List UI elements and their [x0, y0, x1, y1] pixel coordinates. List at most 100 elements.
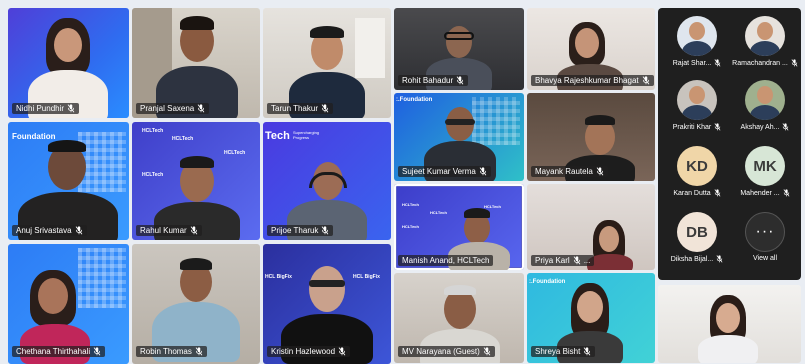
panel-participant[interactable]: DB Diksha Bijal... — [662, 212, 732, 263]
participant-name: Rohit Bahadur — [402, 76, 454, 85]
mic-off-icon — [791, 59, 798, 67]
background-brand-text: HCLTech — [402, 224, 419, 229]
participant-name: Akshay Ah... — [740, 123, 780, 131]
background-brand-text: HCL BigFix — [265, 274, 292, 280]
participant-name: Karan Dutta — [673, 189, 711, 197]
video-tile-chethana-thirthahali[interactable]: Chethana Thirthahali — [8, 244, 129, 364]
avatar: KD — [677, 146, 717, 186]
video-tile-robin-thomas[interactable]: Robin Thomas — [132, 244, 260, 364]
video-tile-anuj-srivastava[interactable]: Foundation Anuj Srivastava — [8, 122, 129, 240]
mic-off-icon — [714, 123, 721, 131]
mic-off-icon — [782, 123, 789, 131]
avatar — [677, 16, 717, 56]
participant-name: Pranjal Saxena — [140, 104, 195, 113]
participant-name-tag: Chethana Thirthahali — [12, 346, 106, 357]
panel-participant[interactable]: KD Karan Dutta — [662, 146, 732, 197]
mic-off-icon — [714, 189, 721, 197]
avatar — [745, 16, 785, 56]
participant-name: Sujeet Kumar Verma — [402, 167, 476, 176]
participant-name-tag: Robin Thomas — [136, 346, 207, 357]
background-brand-text: :.Foundation — [529, 279, 566, 285]
video-tile-tarun-thakur[interactable]: Tarun Thakur — [263, 8, 391, 118]
self-view-tile[interactable] — [658, 285, 801, 363]
video-tile-prijoe-tharuk[interactable]: Tech Supercharging Progress Prijoe Tharu… — [263, 122, 391, 240]
participant-name-tag: Tarun Thakur — [267, 103, 333, 114]
avatar-initials: KD — [686, 157, 708, 175]
mic-off-icon — [642, 76, 650, 85]
more-icon: ··· — [745, 212, 785, 252]
participant-name: Rajat Shar... — [672, 59, 712, 67]
mic-off-icon — [479, 167, 487, 176]
video-tile-kristin-hazlewood[interactable]: HCL BigFix HCL BigFix Kristin Hazlewood — [263, 244, 391, 364]
background-brand-text: HCLTech — [430, 210, 447, 215]
participant-name: Ramachandran ... — [732, 59, 788, 67]
panel-participant[interactable]: Ramachandran ... — [730, 16, 800, 67]
video-tile-sujeet-kumar-verma[interactable]: :.Foundation Sujeet Kumar Verma — [394, 93, 524, 181]
panel-participant[interactable]: Akshay Ah... — [730, 80, 800, 131]
participant-name: Chethana Thirthahali — [16, 347, 91, 356]
video-tile-manish-anand[interactable]: HCLTech HCLTech HCLTech HCLTech Manish A… — [394, 184, 524, 270]
mic-off-icon — [483, 347, 491, 356]
avatar: DB — [677, 212, 717, 252]
participant-name: Priya Karl — [535, 256, 570, 265]
participant-name-tag: Manish Anand, HCLTech — [398, 255, 494, 266]
participant-name: Kristin Hazlewood — [271, 347, 336, 356]
background-brand-text: Foundation — [12, 132, 56, 141]
video-tile-rahul-kumar[interactable]: HCLTech HCLTech HCLTech HCLTech Rahul Ku… — [132, 122, 260, 240]
participant-name-tag: Anuj Srivastava — [12, 225, 87, 236]
video-tile-nidhi-pundhir[interactable]: Nidhi Pundhir — [8, 8, 129, 118]
panel-participant[interactable]: MK Mahender ... — [730, 146, 800, 197]
background-brand-text: HCL BigFix — [353, 274, 380, 280]
more-options-button[interactable]: ... — [584, 255, 591, 266]
mic-off-icon — [321, 226, 329, 235]
avatar-initials: DB — [686, 223, 708, 241]
participant-name: Nidhi Pundhir — [16, 104, 65, 113]
mic-off-icon — [197, 104, 205, 113]
participant-name-tag: Prijoe Tharuk — [267, 225, 334, 236]
panel-participant[interactable]: Rajat Shar... — [662, 16, 732, 67]
mic-off-icon — [67, 104, 75, 113]
view-all-button[interactable]: ··· View all — [730, 212, 800, 262]
participant-name: MV Narayana (Guest) — [402, 347, 480, 356]
participant-name: Robin Thomas — [140, 347, 192, 356]
view-all-label: View all — [753, 255, 777, 262]
mic-off-icon — [573, 256, 581, 265]
participant-name-tag: Bhavya Rajeshkumar Bhagat — [531, 75, 654, 86]
background-brand-text: HCLTech — [142, 128, 164, 134]
video-tile-priya-karl[interactable]: Priya Karl ... — [527, 184, 655, 270]
participant-name: Prakriti Khar — [672, 123, 712, 131]
video-tile-mv-narayana[interactable]: MV Narayana (Guest) — [394, 273, 524, 363]
mic-off-icon — [338, 347, 346, 356]
background-brand-text: HCLTech — [172, 136, 194, 142]
participant-name-tag: Mayank Rautela — [531, 166, 608, 177]
participant-name-tag: MV Narayana (Guest) — [398, 346, 495, 357]
participant-name: Mayank Rautela — [535, 167, 593, 176]
participant-name: Mahender ... — [740, 189, 780, 197]
background-brand-text: HCLTech — [224, 150, 246, 156]
participant-name: Anuj Srivastava — [16, 226, 72, 235]
participant-name-tag: Pranjal Saxena — [136, 103, 210, 114]
mic-off-icon — [783, 189, 790, 197]
participants-panel: Rajat Shar... Ramachandran ... Prakriti … — [658, 8, 801, 280]
avatar-initials: MK — [753, 157, 777, 175]
video-tile-mayank-rautela[interactable]: Mayank Rautela — [527, 93, 655, 181]
mic-off-icon — [195, 347, 203, 356]
mic-off-icon — [321, 104, 329, 113]
mic-off-icon — [583, 347, 591, 356]
video-tile-pranjal-saxena[interactable]: Pranjal Saxena — [132, 8, 260, 118]
video-tile-rohit-bahadur[interactable]: Rohit Bahadur — [394, 8, 524, 90]
panel-participant[interactable]: Prakriti Khar — [662, 80, 732, 131]
participant-name: Diksha Bijal... — [670, 255, 714, 263]
participant-name-tag: Priya Karl ... — [531, 255, 595, 266]
mic-off-icon — [75, 226, 83, 235]
mic-off-icon — [596, 167, 604, 176]
background-brand-text: HCLTech — [484, 204, 501, 209]
background-brand-text: HCLTech — [142, 172, 164, 178]
video-tile-bhavya-bhagat[interactable]: Bhavya Rajeshkumar Bhagat — [527, 8, 655, 90]
background-brand-text: :.Foundation — [396, 97, 433, 103]
participant-name: Manish Anand, HCLTech — [402, 256, 490, 265]
mic-off-icon — [93, 347, 101, 356]
video-tile-shreya-bisht[interactable]: :.Foundation Shreya Bisht — [527, 273, 655, 363]
background-brand-text: Tech — [265, 130, 290, 142]
participant-name-tag: Nidhi Pundhir — [12, 103, 80, 114]
